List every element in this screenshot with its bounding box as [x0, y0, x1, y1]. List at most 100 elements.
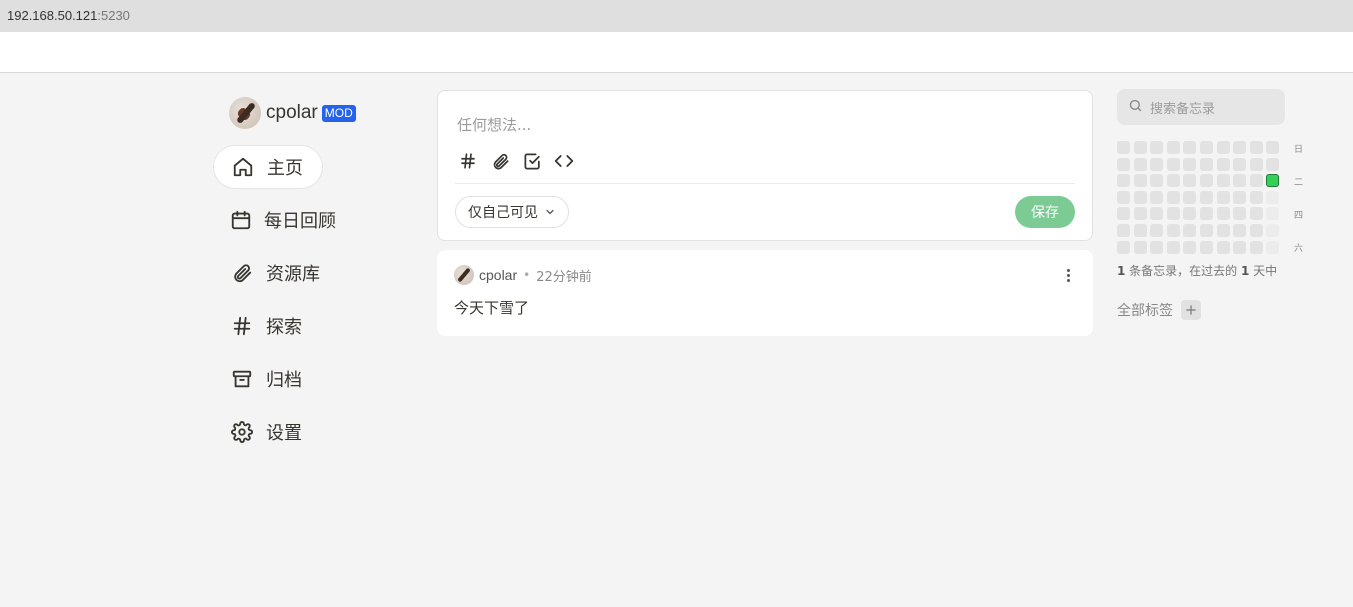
memo-author[interactable]: cpolar	[479, 267, 517, 283]
heatmap-cell[interactable]	[1117, 174, 1130, 188]
more-options-icon[interactable]	[1061, 266, 1075, 284]
heatmap-cell[interactable]	[1133, 190, 1147, 204]
heatmap-cell[interactable]	[1150, 174, 1164, 188]
heatmap-cell[interactable]	[1183, 141, 1197, 154]
heatmap-cell[interactable]	[1200, 190, 1213, 204]
checkbox-icon[interactable]	[522, 151, 542, 171]
heatmap-cell[interactable]	[1216, 240, 1230, 254]
sidebar-item-archive[interactable]: 归档	[213, 357, 323, 401]
heatmap-cell[interactable]	[1183, 174, 1197, 188]
memo-timestamp[interactable]: 22分钟前	[536, 266, 592, 285]
address-bar[interactable]: 192.168.50.121:5230	[0, 0, 1353, 32]
heatmap-cell[interactable]	[1200, 174, 1213, 188]
heatmap-cell[interactable]	[1233, 174, 1247, 188]
user-profile[interactable]: cpolar MOD	[229, 97, 356, 129]
heatmap-cell[interactable]	[1266, 240, 1280, 254]
tags-section: 全部标签	[1117, 300, 1201, 320]
browser-toolbar	[0, 32, 1353, 73]
memo-card: cpolar • 22分钟前 今天下雪了	[437, 250, 1093, 336]
sidebar-item-resources[interactable]: 资源库	[213, 251, 323, 295]
heatmap-cell[interactable]	[1233, 190, 1247, 204]
heatmap-cell[interactable]	[1166, 141, 1180, 154]
heatmap-cell[interactable]	[1249, 240, 1263, 254]
heatmap-cell[interactable]	[1216, 174, 1230, 188]
sidebar-item-settings[interactable]: 设置	[213, 410, 323, 454]
all-tags-label[interactable]: 全部标签	[1117, 300, 1173, 320]
heatmap-cell[interactable]	[1216, 207, 1230, 221]
heatmap-cell[interactable]	[1183, 157, 1197, 171]
heatmap-cell[interactable]	[1183, 240, 1197, 254]
heatmap-cell[interactable]	[1216, 190, 1230, 204]
heatmap-cell[interactable]	[1266, 157, 1280, 171]
heatmap-cell[interactable]	[1133, 141, 1147, 154]
heatmap-cell[interactable]	[1200, 141, 1213, 154]
heatmap-cell[interactable]	[1150, 240, 1164, 254]
heatmap-cell[interactable]	[1266, 141, 1280, 154]
search-input[interactable]: 搜索备忘录	[1117, 89, 1285, 125]
heatmap-cell[interactable]	[1117, 190, 1130, 204]
visibility-select[interactable]: 仅自己可见	[455, 196, 569, 228]
heatmap-cell[interactable]	[1200, 224, 1213, 237]
heatmap-cell[interactable]	[1150, 190, 1164, 204]
heatmap-cell[interactable]	[1233, 141, 1247, 154]
heatmap-cell[interactable]	[1150, 157, 1164, 171]
save-button[interactable]: 保存	[1015, 196, 1075, 228]
heatmap-cell[interactable]	[1166, 207, 1180, 221]
heatmap-cell[interactable]	[1233, 240, 1247, 254]
hash-icon[interactable]	[458, 151, 478, 171]
heatmap-cell[interactable]	[1233, 224, 1247, 237]
heatmap-cell[interactable]	[1150, 141, 1164, 154]
role-badge: MOD	[321, 104, 356, 122]
heatmap-cell[interactable]	[1117, 224, 1130, 237]
heatmap-cell[interactable]	[1200, 157, 1213, 171]
add-tag-button[interactable]	[1181, 300, 1201, 320]
heatmap-cell[interactable]	[1117, 240, 1130, 254]
heatmap-cell[interactable]	[1166, 224, 1180, 237]
heatmap-cell[interactable]	[1216, 224, 1230, 237]
heatmap-cell[interactable]	[1133, 207, 1147, 221]
heatmap-cell[interactable]	[1117, 141, 1130, 154]
sidebar-item-home[interactable]: 主页	[213, 145, 323, 189]
sidebar-item-label: 资源库	[266, 264, 320, 285]
heatmap-cell[interactable]	[1166, 240, 1180, 254]
heatmap-cell[interactable]	[1249, 224, 1263, 237]
heatmap-cell[interactable]	[1233, 157, 1247, 171]
heatmap-cell[interactable]	[1216, 141, 1230, 154]
heatmap-cell[interactable]	[1183, 190, 1197, 204]
heatmap-cell[interactable]	[1233, 207, 1247, 221]
heatmap-cell[interactable]	[1117, 157, 1130, 171]
sidebar-item-label: 设置	[266, 423, 302, 444]
heatmap-cell[interactable]	[1133, 174, 1147, 188]
sidebar-item-explore[interactable]: 探索	[213, 304, 323, 348]
heatmap-cell[interactable]	[1266, 224, 1280, 237]
heatmap-cell[interactable]	[1117, 207, 1130, 221]
paperclip-icon	[230, 261, 254, 285]
heatmap-cell[interactable]	[1166, 157, 1180, 171]
editor-input[interactable]: 任何想法...	[457, 114, 531, 135]
heatmap-cell[interactable]	[1133, 240, 1147, 254]
heatmap-cell[interactable]	[1266, 207, 1280, 221]
sidebar-item-daily-review[interactable]: 每日回顾	[213, 198, 336, 242]
heatmap-cell[interactable]	[1200, 207, 1213, 221]
heatmap-cell[interactable]	[1266, 174, 1280, 188]
heatmap-cell[interactable]	[1266, 190, 1280, 204]
heatmap-cell[interactable]	[1249, 157, 1263, 171]
url-text[interactable]: 192.168.50.121:5230	[7, 8, 130, 23]
heatmap-cell[interactable]	[1249, 207, 1263, 221]
paperclip-icon[interactable]	[490, 151, 510, 171]
heatmap-cell[interactable]	[1133, 224, 1147, 237]
heatmap-cell[interactable]	[1133, 157, 1147, 171]
code-icon[interactable]	[554, 151, 574, 171]
heatmap-cell[interactable]	[1216, 157, 1230, 171]
avatar	[229, 97, 261, 129]
heatmap-cell[interactable]	[1249, 174, 1263, 188]
heatmap-cell[interactable]	[1150, 207, 1164, 221]
heatmap-cell[interactable]	[1249, 141, 1263, 154]
heatmap-cell[interactable]	[1183, 224, 1197, 237]
heatmap-cell[interactable]	[1166, 190, 1180, 204]
heatmap-cell[interactable]	[1200, 240, 1213, 254]
heatmap-cell[interactable]	[1183, 207, 1197, 221]
heatmap-cell[interactable]	[1249, 190, 1263, 204]
heatmap-cell[interactable]	[1166, 174, 1180, 188]
heatmap-cell[interactable]	[1150, 224, 1164, 237]
